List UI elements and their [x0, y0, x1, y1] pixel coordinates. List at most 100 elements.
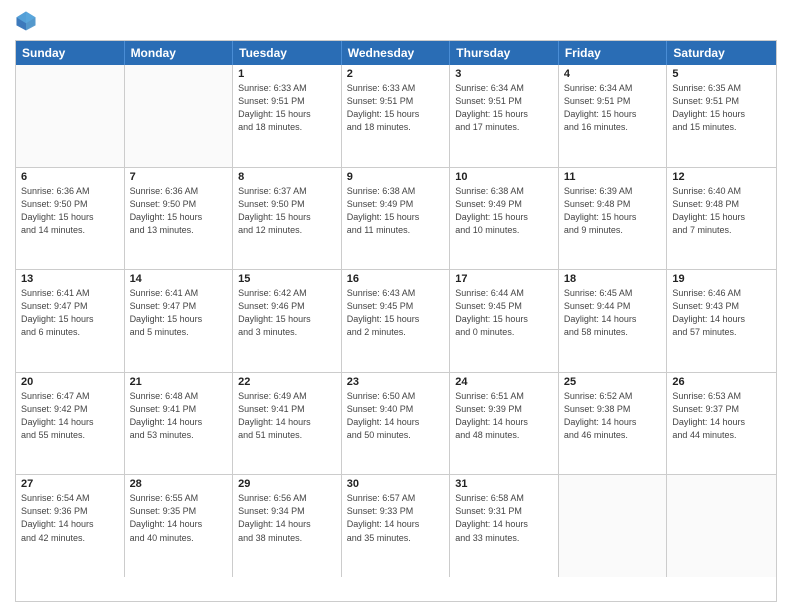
- day-cell-31: 31 Sunrise: 6:58 AM Sunset: 9:31 PM Dayli…: [450, 475, 559, 577]
- day-number: 5: [672, 68, 771, 80]
- day-cell-19: 19 Sunrise: 6:46 AM Sunset: 9:43 PM Dayli…: [667, 270, 776, 372]
- cell-content: Sunrise: 6:33 AM Sunset: 9:51 PM Dayligh…: [238, 82, 336, 134]
- cell-content: Sunrise: 6:38 AM Sunset: 9:49 PM Dayligh…: [455, 185, 553, 237]
- day-cell-5: 5 Sunrise: 6:35 AM Sunset: 9:51 PM Daylig…: [667, 65, 776, 167]
- cell-content: Sunrise: 6:53 AM Sunset: 9:37 PM Dayligh…: [672, 390, 771, 442]
- day-number: 21: [130, 376, 228, 388]
- day-cell-10: 10 Sunrise: 6:38 AM Sunset: 9:49 PM Dayli…: [450, 168, 559, 270]
- cell-content: Sunrise: 6:46 AM Sunset: 9:43 PM Dayligh…: [672, 287, 771, 339]
- day-number: 22: [238, 376, 336, 388]
- day-header-saturday: Saturday: [667, 41, 776, 65]
- logo-icon: [15, 10, 37, 32]
- day-number: 15: [238, 273, 336, 285]
- day-cell-11: 11 Sunrise: 6:39 AM Sunset: 9:48 PM Dayli…: [559, 168, 668, 270]
- empty-cell: [125, 65, 234, 167]
- day-number: 8: [238, 171, 336, 183]
- cell-content: Sunrise: 6:34 AM Sunset: 9:51 PM Dayligh…: [564, 82, 662, 134]
- header: [15, 10, 777, 32]
- day-cell-20: 20 Sunrise: 6:47 AM Sunset: 9:42 PM Dayli…: [16, 373, 125, 475]
- cell-content: Sunrise: 6:36 AM Sunset: 9:50 PM Dayligh…: [130, 185, 228, 237]
- day-number: 6: [21, 171, 119, 183]
- day-header-tuesday: Tuesday: [233, 41, 342, 65]
- cell-content: Sunrise: 6:43 AM Sunset: 9:45 PM Dayligh…: [347, 287, 445, 339]
- cell-content: Sunrise: 6:47 AM Sunset: 9:42 PM Dayligh…: [21, 390, 119, 442]
- cell-content: Sunrise: 6:33 AM Sunset: 9:51 PM Dayligh…: [347, 82, 445, 134]
- day-cell-15: 15 Sunrise: 6:42 AM Sunset: 9:46 PM Dayli…: [233, 270, 342, 372]
- calendar-body: 1Sunrise: 6:33 AM Sunset: 9:51 PM Daylig…: [16, 65, 776, 577]
- day-number: 26: [672, 376, 771, 388]
- day-number: 19: [672, 273, 771, 285]
- cell-content: Sunrise: 6:38 AM Sunset: 9:49 PM Dayligh…: [347, 185, 445, 237]
- page: SundayMondayTuesdayWednesdayThursdayFrid…: [0, 0, 792, 612]
- cell-content: Sunrise: 6:39 AM Sunset: 9:48 PM Dayligh…: [564, 185, 662, 237]
- day-cell-26: 26 Sunrise: 6:53 AM Sunset: 9:37 PM Dayli…: [667, 373, 776, 475]
- cell-content: Sunrise: 6:34 AM Sunset: 9:51 PM Dayligh…: [455, 82, 553, 134]
- cell-content: Sunrise: 6:41 AM Sunset: 9:47 PM Dayligh…: [21, 287, 119, 339]
- day-number: 16: [347, 273, 445, 285]
- day-cell-30: 30 Sunrise: 6:57 AM Sunset: 9:33 PM Dayli…: [342, 475, 451, 577]
- calendar: SundayMondayTuesdayWednesdayThursdayFrid…: [15, 40, 777, 602]
- day-number: 11: [564, 171, 662, 183]
- cell-content: Sunrise: 6:37 AM Sunset: 9:50 PM Dayligh…: [238, 185, 336, 237]
- day-cell-17: 17Sunrise: 6:44 AM Sunset: 9:45 PM Dayli…: [450, 270, 559, 372]
- day-number: 28: [130, 478, 228, 490]
- day-number: 25: [564, 376, 662, 388]
- day-number: 31: [455, 478, 553, 490]
- day-number: 27: [21, 478, 119, 490]
- day-number: 2: [347, 68, 445, 80]
- day-cell-8: 8 Sunrise: 6:37 AM Sunset: 9:50 PM Daylig…: [233, 168, 342, 270]
- day-cell-2: 2 Sunrise: 6:33 AM Sunset: 9:51 PM Daylig…: [342, 65, 451, 167]
- day-number: 10: [455, 171, 553, 183]
- day-cell-28: 28 Sunrise: 6:55 AM Sunset: 9:35 PM Dayli…: [125, 475, 234, 577]
- day-header-wednesday: Wednesday: [342, 41, 451, 65]
- day-cell-4: 4 Sunrise: 6:34 AM Sunset: 9:51 PM Daylig…: [559, 65, 668, 167]
- day-number: 23: [347, 376, 445, 388]
- cell-content: Sunrise: 6:58 AM Sunset: 9:31 PM Dayligh…: [455, 492, 553, 544]
- cell-content: Sunrise: 6:45 AM Sunset: 9:44 PM Dayligh…: [564, 287, 662, 339]
- cell-content: Sunrise: 6:42 AM Sunset: 9:46 PM Dayligh…: [238, 287, 336, 339]
- empty-cell: [16, 65, 125, 167]
- day-cell-23: 23 Sunrise: 6:50 AM Sunset: 9:40 PM Dayli…: [342, 373, 451, 475]
- day-cell-1: 1Sunrise: 6:33 AM Sunset: 9:51 PM Daylig…: [233, 65, 342, 167]
- week-row-4: 20 Sunrise: 6:47 AM Sunset: 9:42 PM Dayli…: [16, 373, 776, 476]
- week-row-5: 27 Sunrise: 6:54 AM Sunset: 9:36 PM Dayli…: [16, 475, 776, 577]
- day-cell-24: 24 Sunrise: 6:51 AM Sunset: 9:39 PM Dayli…: [450, 373, 559, 475]
- day-header-monday: Monday: [125, 41, 234, 65]
- cell-content: Sunrise: 6:56 AM Sunset: 9:34 PM Dayligh…: [238, 492, 336, 544]
- day-number: 18: [564, 273, 662, 285]
- cell-content: Sunrise: 6:49 AM Sunset: 9:41 PM Dayligh…: [238, 390, 336, 442]
- cell-content: Sunrise: 6:55 AM Sunset: 9:35 PM Dayligh…: [130, 492, 228, 544]
- cell-content: Sunrise: 6:52 AM Sunset: 9:38 PM Dayligh…: [564, 390, 662, 442]
- week-row-1: 1Sunrise: 6:33 AM Sunset: 9:51 PM Daylig…: [16, 65, 776, 168]
- cell-content: Sunrise: 6:36 AM Sunset: 9:50 PM Dayligh…: [21, 185, 119, 237]
- cell-content: Sunrise: 6:57 AM Sunset: 9:33 PM Dayligh…: [347, 492, 445, 544]
- day-number: 14: [130, 273, 228, 285]
- logo: [15, 10, 41, 32]
- day-cell-6: 6 Sunrise: 6:36 AM Sunset: 9:50 PM Daylig…: [16, 168, 125, 270]
- week-row-3: 13Sunrise: 6:41 AM Sunset: 9:47 PM Dayli…: [16, 270, 776, 373]
- day-header-sunday: Sunday: [16, 41, 125, 65]
- day-number: 24: [455, 376, 553, 388]
- cell-content: Sunrise: 6:44 AM Sunset: 9:45 PM Dayligh…: [455, 287, 553, 339]
- day-cell-29: 29Sunrise: 6:56 AM Sunset: 9:34 PM Dayli…: [233, 475, 342, 577]
- empty-cell: [667, 475, 776, 577]
- cell-content: Sunrise: 6:48 AM Sunset: 9:41 PM Dayligh…: [130, 390, 228, 442]
- day-header-friday: Friday: [559, 41, 668, 65]
- empty-cell: [559, 475, 668, 577]
- cell-content: Sunrise: 6:35 AM Sunset: 9:51 PM Dayligh…: [672, 82, 771, 134]
- day-header-thursday: Thursday: [450, 41, 559, 65]
- day-number: 12: [672, 171, 771, 183]
- day-number: 30: [347, 478, 445, 490]
- day-number: 4: [564, 68, 662, 80]
- cell-content: Sunrise: 6:50 AM Sunset: 9:40 PM Dayligh…: [347, 390, 445, 442]
- day-cell-9: 9 Sunrise: 6:38 AM Sunset: 9:49 PM Daylig…: [342, 168, 451, 270]
- cell-content: Sunrise: 6:54 AM Sunset: 9:36 PM Dayligh…: [21, 492, 119, 544]
- cell-content: Sunrise: 6:41 AM Sunset: 9:47 PM Dayligh…: [130, 287, 228, 339]
- cell-content: Sunrise: 6:40 AM Sunset: 9:48 PM Dayligh…: [672, 185, 771, 237]
- calendar-header: SundayMondayTuesdayWednesdayThursdayFrid…: [16, 41, 776, 65]
- day-number: 9: [347, 171, 445, 183]
- day-cell-27: 27 Sunrise: 6:54 AM Sunset: 9:36 PM Dayli…: [16, 475, 125, 577]
- day-cell-3: 3Sunrise: 6:34 AM Sunset: 9:51 PM Daylig…: [450, 65, 559, 167]
- cell-content: Sunrise: 6:51 AM Sunset: 9:39 PM Dayligh…: [455, 390, 553, 442]
- day-number: 20: [21, 376, 119, 388]
